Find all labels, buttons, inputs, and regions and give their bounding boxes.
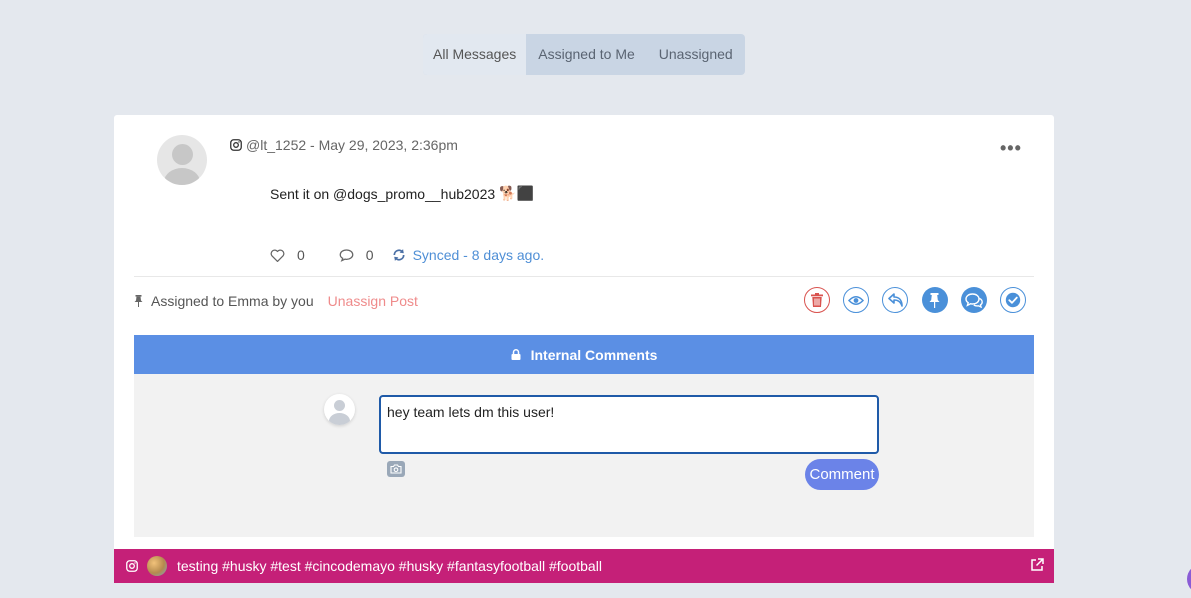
lock-icon [511, 349, 521, 360]
external-link-icon[interactable] [1030, 558, 1044, 572]
instagram-icon [126, 560, 138, 572]
sync-status: Synced - 8 days ago. [412, 247, 545, 263]
comment-icon[interactable] [339, 248, 354, 262]
post-stats: 0 0 Synced - 8 days ago. [270, 247, 544, 263]
check-icon [1005, 292, 1021, 308]
post-actions [804, 287, 1039, 313]
tab-unassigned[interactable]: Unassigned [647, 34, 745, 75]
heart-icon[interactable] [270, 249, 285, 262]
reply-icon [888, 293, 903, 307]
delete-button[interactable] [804, 287, 830, 313]
dog-emoji: 🐕‍⬛ [499, 185, 535, 201]
likes-count: 0 [297, 247, 305, 263]
trash-icon [811, 293, 823, 307]
unassign-post-link[interactable]: Unassign Post [328, 293, 418, 309]
pin-button[interactable] [921, 287, 948, 313]
post-message-text: Sent it on @dogs_promo__hub2023 [270, 185, 496, 202]
tab-all-messages[interactable]: All Messages [423, 34, 527, 75]
comment-button[interactable]: Comment [805, 459, 879, 490]
eye-icon [848, 295, 865, 305]
post-meta: @lt_1252 - May 29, 2023, 2:36pm [230, 137, 458, 153]
account-avatar [147, 556, 167, 576]
comments-count: 0 [365, 247, 374, 263]
view-button[interactable] [843, 287, 870, 313]
tab-assigned-to-me[interactable]: Assigned to Me [526, 34, 647, 75]
source-footer: testing #husky #test #cincodemayo #husky… [114, 549, 1054, 583]
footer-tags: testing #husky #test #cincodemayo #husky… [177, 558, 602, 574]
sync-icon[interactable] [392, 248, 406, 262]
comment-input[interactable] [379, 395, 879, 454]
pin-small-icon [134, 295, 143, 307]
camera-icon[interactable] [387, 461, 405, 477]
post-handle-time: @lt_1252 - May 29, 2023, 2:36pm [246, 137, 458, 153]
reply-button[interactable] [882, 287, 909, 313]
post-message: Sent it on @dogs_promo__hub2023 🐕‍⬛ [270, 185, 534, 202]
internal-comments-button[interactable] [960, 287, 987, 313]
assignment-row: Assigned to Emma by you Unassign Post [134, 293, 418, 309]
internal-comments-panel: Comment [134, 374, 1034, 537]
divider [134, 276, 1034, 277]
instagram-icon [230, 139, 242, 151]
more-options-button[interactable]: ••• [1000, 139, 1022, 157]
complete-button[interactable] [999, 287, 1026, 313]
internal-comments-title: Internal Comments [530, 346, 658, 363]
internal-comments-header: Internal Comments [134, 335, 1034, 374]
assignment-label: Assigned to Emma by you [151, 293, 314, 309]
commenter-avatar [324, 394, 355, 425]
chat-widget-button[interactable] [1187, 564, 1191, 594]
message-card: @lt_1252 - May 29, 2023, 2:36pm ••• Sent… [114, 115, 1054, 583]
author-avatar [157, 135, 207, 185]
pin-icon [929, 292, 940, 308]
chat-bubbles-icon [965, 292, 983, 308]
message-filter-tabs: All Messages Assigned to Me Unassigned [423, 34, 745, 75]
